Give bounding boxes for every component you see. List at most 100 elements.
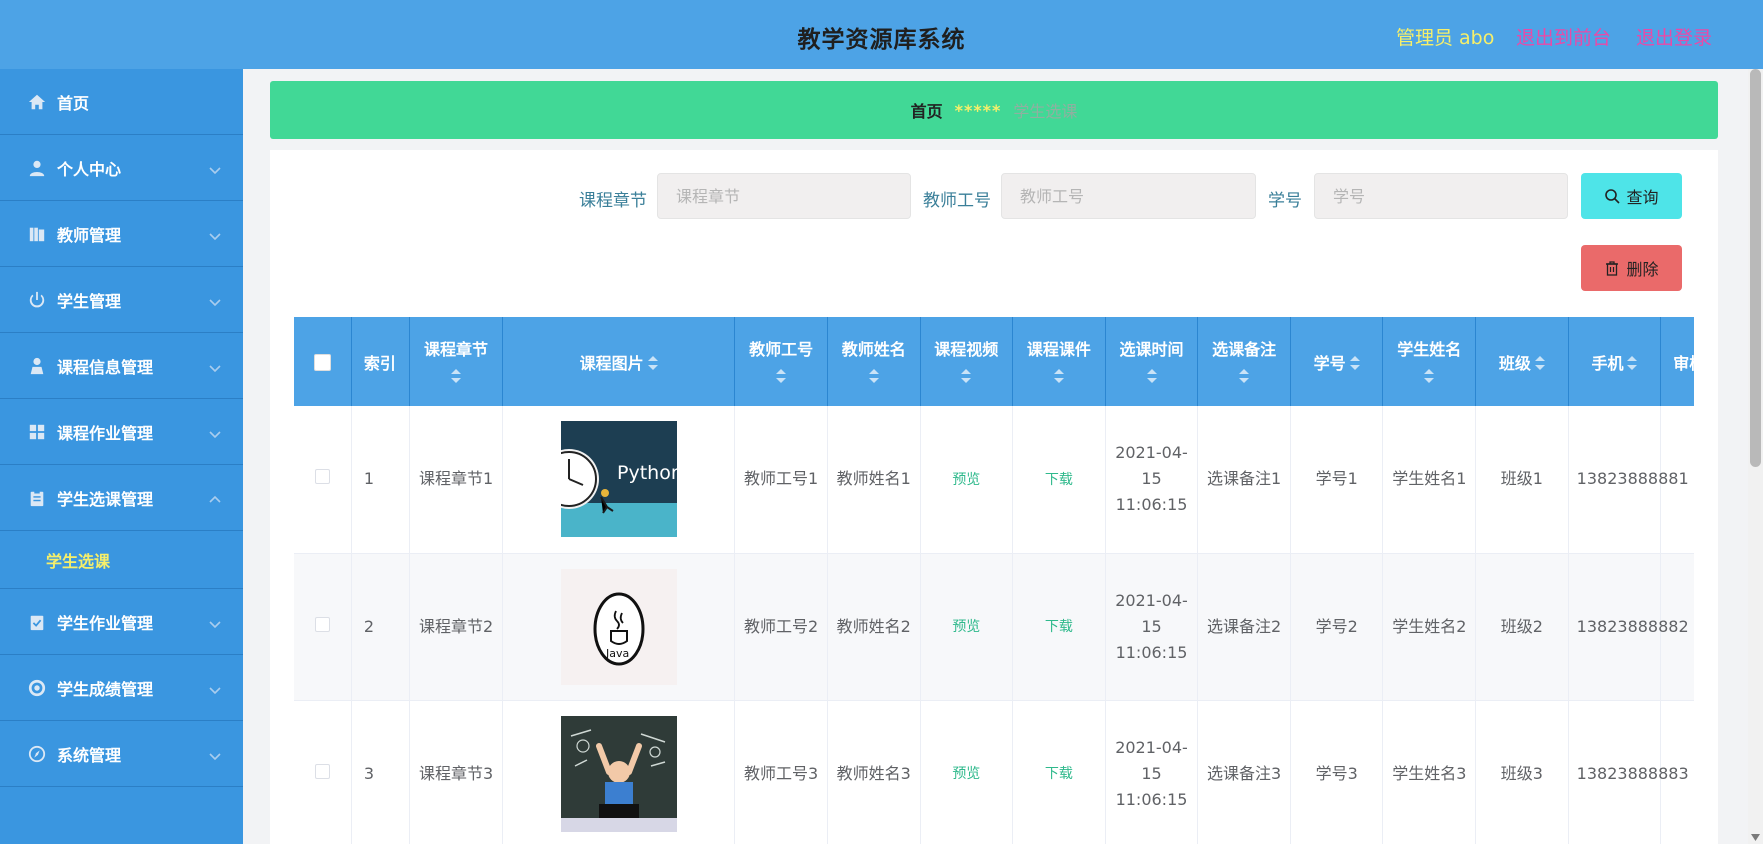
select-all-checkbox[interactable] [313,354,331,371]
search-icon [1605,189,1621,204]
breadcrumb-separator: ***** [954,100,1002,120]
teacher-no-header[interactable]: 教师工号 [734,317,828,406]
row-checkbox[interactable] [314,469,330,485]
sidebar-item-student-grade-management[interactable]: 学生成绩管理 [0,655,243,721]
image-cell: Python [502,406,736,554]
student-no-search-label: 学号 [1268,191,1302,211]
task-icon [27,612,47,632]
sidebar-item-course-selection-management[interactable]: 学生选课管理 [0,465,243,531]
sidebar-item-label: 系统管理 [57,745,122,765]
sort-icon[interactable] [1389,368,1469,387]
download-link[interactable]: 下载 [1045,472,1073,488]
sidebar-item-student-homework-management[interactable]: 学生作业管理 [0,589,243,655]
sort-icon[interactable] [1534,355,1545,374]
sidebar-item-label: 教师管理 [57,225,122,245]
sidebar-item-course-info-management[interactable]: 课程信息管理 [0,333,243,399]
sort-icon[interactable] [1204,368,1284,387]
teacher-no-cell: 教师工号2 [734,553,828,701]
student-name-header[interactable]: 学生姓名 [1382,317,1477,406]
class-cell: 班级2 [1475,553,1569,701]
page-scrollbar-thumb[interactable] [1750,69,1761,467]
sidebar-subitem-course-selection[interactable]: 学生选课 [0,531,243,589]
select-time-cell: 2021-04-15 11:06:15 [1105,406,1199,554]
power-icon [27,290,47,310]
video-header[interactable]: 课程视频 [920,317,1014,406]
teacher-name-cell: 教师姓名2 [827,553,921,701]
sidebar-item-label: 学生成绩管理 [57,679,154,699]
phone-header[interactable]: 手机 [1568,317,1662,406]
teacher-name-cell: 教师姓名1 [827,406,921,554]
video-cell: 预览 [920,700,1014,844]
sort-icon[interactable] [647,355,658,374]
book-icon [27,224,47,244]
sort-icon[interactable] [1019,368,1099,387]
teacher-no-cell: 教师工号1 [734,406,828,554]
download-link[interactable]: 下载 [1045,766,1073,782]
chapter-cell: 课程章节3 [409,700,503,844]
student-no-search-input[interactable] [1314,173,1568,219]
sidebar-item-label: 个人中心 [57,159,122,179]
phone-cell: 13823888883 [1568,700,1689,844]
chevron-down-icon [209,681,221,695]
breadcrumb-home[interactable]: 首页 [911,98,943,122]
student-no-cell: 学号2 [1290,553,1384,701]
trash-icon [1606,261,1619,276]
scroll-down-arrow-icon[interactable] [1750,828,1761,841]
chapter-header-label: 课程章节 [424,340,489,359]
sidebar-item-label: 学生作业管理 [57,613,154,633]
remark-header[interactable]: 选课备注 [1197,317,1291,406]
chevron-down-icon [209,161,221,175]
chevron-down-icon [209,293,221,307]
sidebar-item-student-management[interactable]: 学生管理 [0,267,243,333]
sidebar-item-personal-center[interactable]: 个人中心 [0,135,243,201]
student-name-cell: 学生姓名1 [1382,406,1477,554]
sort-icon[interactable] [416,368,496,387]
remark-cell: 选课备注2 [1197,553,1291,701]
chapter-header[interactable]: 课程章节 [409,317,503,406]
java-image: Java [560,568,677,685]
courseware-cell: 下载 [1012,406,1106,554]
sort-icon[interactable] [1627,355,1638,374]
sidebar-item-system-management[interactable]: 系统管理 [0,721,243,787]
index-cell: 2 [351,553,411,701]
admin-label: 管理员 abo [1396,27,1495,49]
index-cell: 3 [351,700,411,844]
sidebar-item-home[interactable]: 首页 [0,69,243,135]
image-header-label: 课程图片 [579,353,644,373]
student-no-header[interactable]: 学号 [1290,317,1384,406]
query-button[interactable]: 查询 [1581,173,1682,219]
preview-link[interactable]: 预览 [952,766,980,782]
sidebar-item-label: 学生选课管理 [57,489,154,509]
class-header[interactable]: 班级 [1475,317,1569,406]
course-selection-table: 索引 课程章节 课程图片 教师工号 教师姓名 课程视频 课程课件 选课时间 选课… [294,317,1694,844]
logout-link[interactable]: 退出登录 [1636,23,1712,50]
grid-icon [27,422,47,442]
phone-header-label: 手机 [1591,353,1624,373]
student-no-cell: 学号3 [1290,700,1384,844]
sort-icon[interactable] [741,368,821,387]
student-name-cell: 学生姓名3 [1382,700,1477,844]
sort-icon[interactable] [1349,355,1360,374]
row-checkbox[interactable] [314,616,330,632]
sidebar-item-teacher-management[interactable]: 教师管理 [0,201,243,267]
teacher-no-search-input[interactable] [1001,173,1256,219]
preview-link[interactable]: 预览 [952,472,980,488]
preview-link[interactable]: 预览 [952,619,980,635]
chapter-search-input[interactable] [657,173,911,219]
sort-icon[interactable] [927,368,1007,387]
sort-icon[interactable] [1112,368,1192,387]
courseware-header[interactable]: 课程课件 [1012,317,1106,406]
audit-header[interactable]: 审核 [1660,317,1694,406]
chapter-cell: 课程章节1 [409,406,503,554]
delete-button[interactable]: 删除 [1581,245,1682,291]
sidebar-item-label: 首页 [57,93,90,113]
sort-icon[interactable] [834,368,914,387]
row-checkbox[interactable] [314,763,330,779]
class-cell: 班级1 [1475,406,1569,554]
exit-to-front-link[interactable]: 退出到前台 [1516,23,1611,50]
teacher-name-header[interactable]: 教师姓名 [827,317,921,406]
sidebar-item-course-homework-management[interactable]: 课程作业管理 [0,399,243,465]
select-time-header[interactable]: 选课时间 [1105,317,1199,406]
download-link[interactable]: 下载 [1045,619,1073,635]
image-header[interactable]: 课程图片 [502,317,736,406]
